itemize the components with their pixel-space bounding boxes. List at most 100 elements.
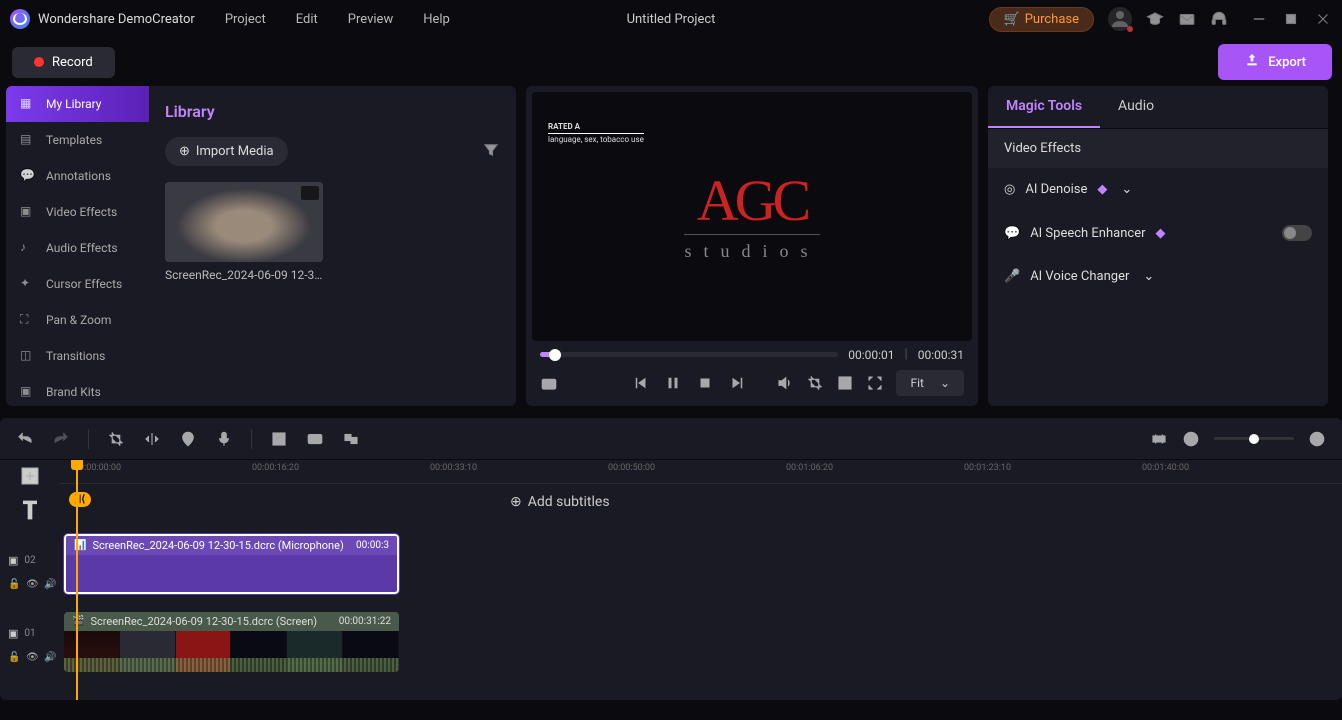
sidebar-annotations[interactable]: 💬Annotations <box>6 158 149 194</box>
annotations-icon: 💬 <box>20 168 36 184</box>
gem-icon: ◆ <box>1156 226 1166 241</box>
brand-kits-icon: ▣ <box>20 384 36 400</box>
timeline-ruler[interactable]: 00:00:00:00 00:00:16:20 00:00:33:10 00:0… <box>60 460 1342 484</box>
fullscreen-icon[interactable] <box>866 374 884 392</box>
mute-icon[interactable]: 🔊 <box>44 652 56 664</box>
scrubber[interactable] <box>540 352 838 357</box>
ai-voice-changer-item[interactable]: 🎤 AI Voice Changer ⌄ <box>988 255 1328 298</box>
account-icon[interactable] <box>1108 7 1132 31</box>
preview-panel: RATED A language, sex, tobacco use AGC s… <box>526 86 978 406</box>
video-icon: 🎬 <box>72 616 84 627</box>
sidebar-templates[interactable]: ▤Templates <box>6 122 149 158</box>
app-name: Wondershare DemoCreator <box>38 12 195 27</box>
speech-icon: 💬 <box>1004 226 1020 241</box>
lock-icon[interactable]: 🔓 <box>8 652 20 664</box>
minimize-icon[interactable] <box>1250 10 1268 28</box>
mic-icon[interactable] <box>215 430 233 448</box>
next-frame-icon[interactable] <box>728 374 746 392</box>
sidebar-brand-kits[interactable]: ▣Brand Kits <box>6 374 149 410</box>
sidebar-cursor-effects[interactable]: ✦Cursor Effects <box>6 266 149 302</box>
undo-icon[interactable] <box>16 430 34 448</box>
media-label: ScreenRec_2024-06-09 12-30... <box>165 268 323 282</box>
menu-help[interactable]: Help <box>423 12 450 27</box>
fit-timeline-icon[interactable] <box>1150 430 1168 448</box>
sidebar-video-effects[interactable]: ▣Video Effects <box>6 194 149 230</box>
app-logo-icon <box>10 9 30 29</box>
subtitle-marker[interactable]: ⟩|⟨ <box>69 492 91 507</box>
chevron-down-icon: ⌄ <box>1121 182 1132 197</box>
titlebar: Wondershare DemoCreator Project Edit Pre… <box>0 0 1342 38</box>
prev-frame-icon[interactable] <box>632 374 650 392</box>
playhead[interactable] <box>76 460 78 700</box>
current-time: 00:00:01 <box>848 348 894 362</box>
caption-icon[interactable] <box>306 430 324 448</box>
split-icon[interactable] <box>143 430 161 448</box>
add-track-button[interactable] <box>8 464 52 488</box>
zoom-slider[interactable] <box>1214 437 1294 440</box>
headset-icon[interactable] <box>1210 10 1228 28</box>
sidebar-my-library[interactable]: ▦My Library <box>6 86 149 122</box>
lock-icon[interactable]: 🔓 <box>8 579 20 591</box>
ai-speech-enhancer-item[interactable]: 💬 AI Speech Enhancer ◆ <box>988 211 1328 255</box>
denoise-icon: ◎ <box>1004 182 1015 197</box>
library-icon: ▦ <box>20 96 36 112</box>
mute-icon[interactable]: 🔊 <box>44 579 56 591</box>
sidebar-pan-zoom[interactable]: ⛶Pan & Zoom <box>6 302 149 338</box>
timeline-tracks[interactable]: 00:00:00:00 00:00:16:20 00:00:33:10 00:0… <box>60 460 1342 700</box>
text-icon[interactable] <box>270 430 288 448</box>
speech-toggle[interactable] <box>1282 225 1312 241</box>
marker-icon[interactable] <box>179 430 197 448</box>
fit-select[interactable]: Fit⌄ <box>896 370 964 396</box>
media-item[interactable]: ScreenRec_2024-06-09 12-30... <box>165 182 323 282</box>
crop-tool-icon[interactable] <box>107 430 125 448</box>
menu-bar: Project Edit Preview Help <box>225 12 450 27</box>
transitions-icon: ◫ <box>20 348 36 364</box>
waveform <box>64 658 399 672</box>
voice-icon: 🎤 <box>1004 269 1020 284</box>
templates-icon: ▤ <box>20 132 36 148</box>
stop-icon[interactable] <box>696 374 714 392</box>
eye-icon[interactable]: 👁 <box>26 579 38 591</box>
video-clip[interactable]: 🎬 ScreenRec_2024-06-09 12-30-15.dcrc (Sc… <box>64 612 399 672</box>
import-media-button[interactable]: ⊕ Import Media <box>165 137 288 166</box>
pause-icon[interactable] <box>664 374 682 392</box>
crop-icon[interactable] <box>806 374 824 392</box>
chevron-down-icon: ⌄ <box>1143 269 1154 284</box>
grid-icon[interactable] <box>836 374 854 392</box>
sidebar-audio-effects[interactable]: ♪Audio Effects <box>6 230 149 266</box>
filter-icon[interactable] <box>482 141 500 163</box>
zoom-out-icon[interactable] <box>1182 430 1200 448</box>
ai-denoise-item[interactable]: ◎ AI Denoise ◆ ⌄ <box>988 168 1328 211</box>
library-panel: Library ⊕ Import Media ScreenRec_2024-06… <box>149 86 516 406</box>
text-track-button[interactable] <box>8 496 52 524</box>
volume-icon[interactable] <box>776 374 794 392</box>
eye-icon[interactable]: 👁 <box>26 652 38 664</box>
tab-magic-tools[interactable]: Magic Tools <box>988 86 1100 128</box>
snapshot-icon[interactable] <box>540 374 558 392</box>
record-button[interactable]: Record <box>12 47 115 78</box>
graduation-icon[interactable] <box>1146 10 1164 28</box>
video-preview[interactable]: RATED A language, sex, tobacco use AGC s… <box>532 92 972 341</box>
properties-panel: Magic Tools Audio Video Effects ◎ AI Den… <box>988 86 1328 406</box>
purchase-button[interactable]: 🛒 Purchase <box>989 7 1094 32</box>
plus-circle-icon: ⊕ <box>179 144 190 159</box>
zoom-in-icon[interactable] <box>1308 430 1326 448</box>
clip-duration: 00:00:31:22 <box>339 616 391 627</box>
maximize-icon[interactable] <box>1282 10 1300 28</box>
add-subtitles-button[interactable]: ⊕Add subtitles <box>510 494 610 510</box>
cursor-effects-icon: ✦ <box>20 276 36 292</box>
sidebar-transitions[interactable]: ◫Transitions <box>6 338 149 374</box>
export-button[interactable]: Export <box>1218 44 1332 80</box>
menu-edit[interactable]: Edit <box>296 12 318 27</box>
tab-audio[interactable]: Audio <box>1100 86 1172 128</box>
rating-badge: RATED A language, sex, tobacco use <box>548 122 644 146</box>
redo-icon[interactable] <box>52 430 70 448</box>
mail-icon[interactable] <box>1178 10 1196 28</box>
clip-name: ScreenRec_2024-06-09 12-30-15.dcrc (Scre… <box>90 615 317 628</box>
close-icon[interactable] <box>1314 10 1332 28</box>
menu-preview[interactable]: Preview <box>348 12 393 27</box>
group-icon[interactable] <box>342 430 360 448</box>
toolbar: Record Export <box>0 38 1342 86</box>
audio-clip[interactable]: 📊 ScreenRec_2024-06-09 12-30-15.dcrc (Mi… <box>64 534 399 594</box>
menu-project[interactable]: Project <box>225 12 266 27</box>
